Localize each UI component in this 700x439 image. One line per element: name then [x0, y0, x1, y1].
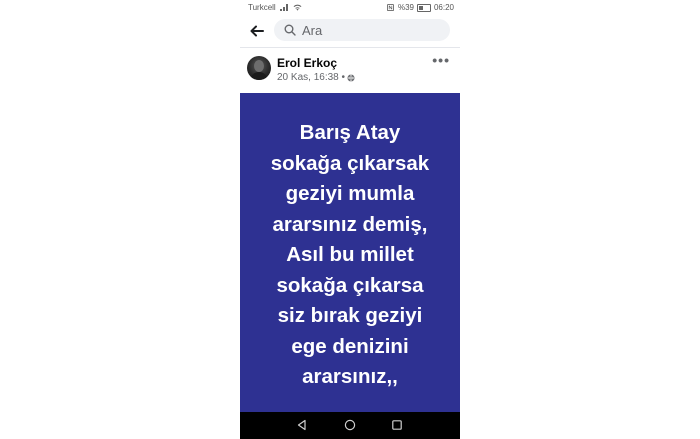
battery-percent: %39	[397, 3, 414, 12]
phone-screen: Turkcell %39 06:20 Erol Erkoç	[240, 0, 460, 439]
post-image-text: Barış Atay sokağa çıkarsak geziyi mumla …	[271, 118, 429, 393]
image-text-line: Asıl bu millet	[286, 243, 414, 267]
post-timestamp[interactable]: 20 Kas, 16:38 •	[277, 72, 345, 83]
circle-home-icon[interactable]	[344, 419, 356, 431]
image-text-line: ege denizini	[291, 334, 409, 358]
android-nav-bar	[240, 412, 460, 439]
post-image[interactable]: Barış Atay sokağa çıkarsak geziyi mumla …	[240, 93, 460, 412]
search-icon	[284, 24, 296, 36]
triangle-back-icon[interactable]	[296, 419, 308, 431]
status-right: %39 06:20	[386, 3, 454, 12]
arrow-left-icon[interactable]	[248, 22, 266, 40]
battery-icon	[416, 3, 431, 12]
more-options-icon[interactable]: •••	[432, 52, 450, 68]
avatar-face	[254, 60, 264, 72]
header-divider	[240, 47, 460, 48]
search-box[interactable]	[274, 19, 450, 41]
image-text-line: sokağa çıkarsa	[276, 273, 424, 297]
signal-icon	[279, 4, 288, 11]
avatar-body	[250, 72, 268, 80]
square-recents-icon[interactable]	[391, 419, 403, 431]
wifi-icon	[293, 4, 302, 11]
nfc-icon	[386, 4, 394, 11]
image-text-line: ararsınız demiş,	[272, 212, 428, 236]
search-input[interactable]	[302, 22, 432, 38]
avatar[interactable]	[247, 56, 271, 80]
image-text-line: geziyi mumla	[285, 182, 415, 206]
globe-icon	[347, 73, 355, 82]
image-text-line: siz bırak geziyi	[277, 304, 423, 328]
carrier-label: Turkcell	[248, 3, 276, 12]
search-header	[240, 17, 460, 45]
image-text-line: ararsınız,,	[302, 365, 398, 389]
image-text-line: Barış Atay	[299, 121, 401, 145]
author-name[interactable]: Erol Erkoç	[277, 56, 337, 70]
status-bar: Turkcell %39 06:20	[240, 0, 460, 16]
image-text-line: sokağa çıkarsak	[270, 151, 430, 175]
clock: 06:20	[433, 3, 454, 12]
post-meta: 20 Kas, 16:38 •	[277, 72, 355, 83]
status-left: Turkcell	[248, 3, 302, 12]
post-header: Erol Erkoç 20 Kas, 16:38 • •••	[240, 50, 460, 92]
